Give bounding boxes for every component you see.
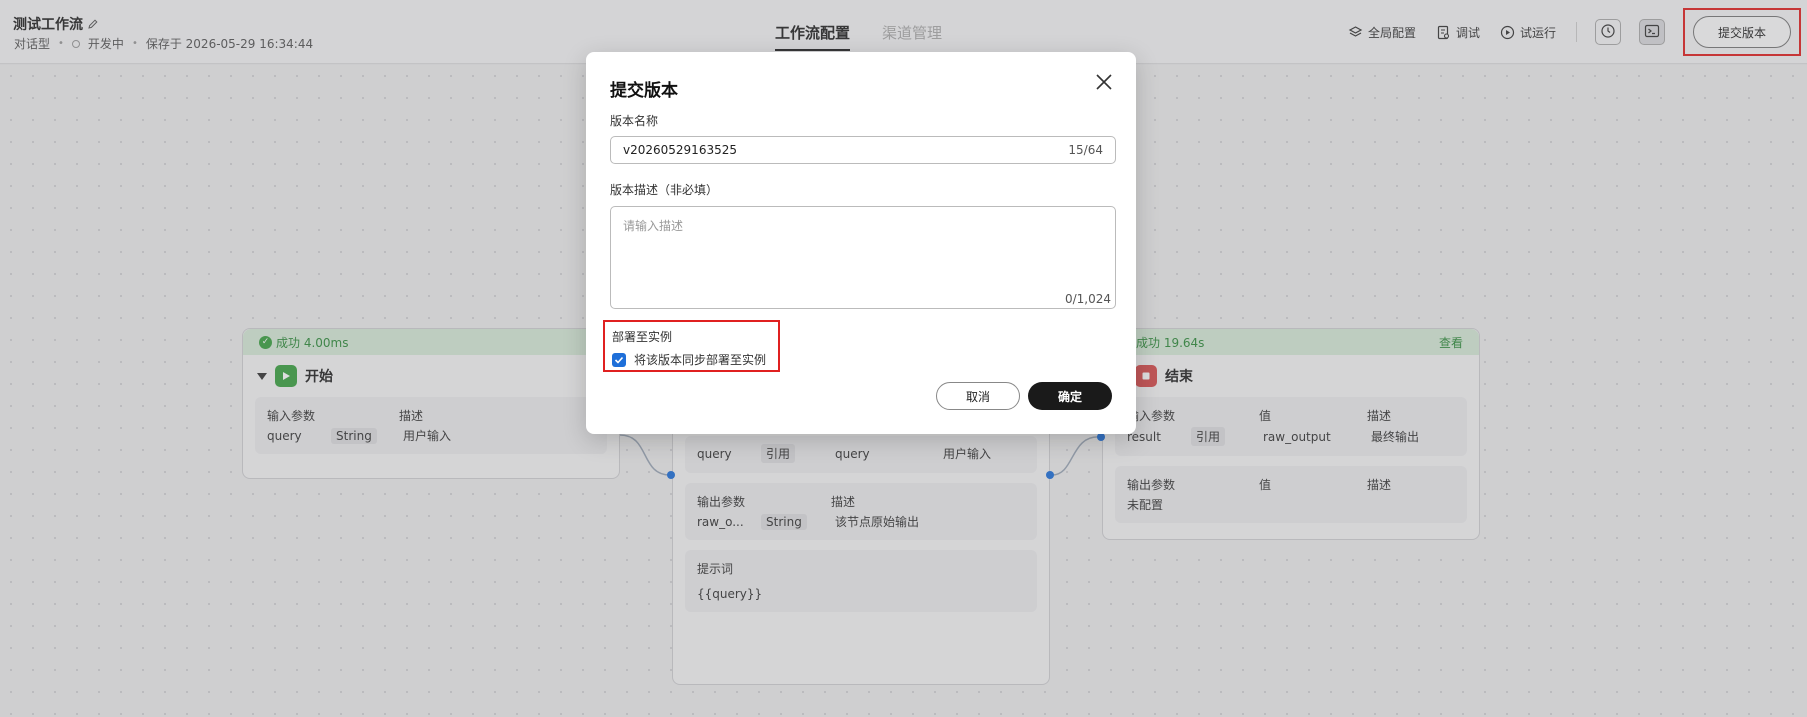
submit-version-dialog: 提交版本 版本名称 v20260529163525 15/64 版本描述（非必填… [586, 52, 1136, 434]
desc-placeholder: 请输入描述 [623, 219, 684, 233]
char-counter: 15/64 [1068, 143, 1103, 157]
checkbox-checked-icon[interactable] [612, 352, 626, 367]
deploy-section-label: 部署至实例 [612, 330, 673, 344]
version-name-label: 版本名称 [610, 114, 659, 128]
version-desc-textarea[interactable]: 请输入描述 0/1,024 [610, 206, 1116, 309]
version-desc-label: 版本描述（非必填） [610, 183, 719, 197]
deploy-checkbox-label: 将该版本同步部署至实例 [634, 353, 767, 367]
char-counter: 0/1,024 [1064, 292, 1111, 306]
version-name-input[interactable]: v20260529163525 15/64 [610, 136, 1116, 164]
deploy-checkbox-row[interactable]: 将该版本同步部署至实例 [612, 351, 771, 368]
deploy-highlight-box: 部署至实例 将该版本同步部署至实例 [603, 320, 780, 372]
cancel-button[interactable]: 取消 [936, 382, 1020, 410]
confirm-button[interactable]: 确定 [1028, 382, 1112, 410]
dialog-title: 提交版本 [610, 81, 678, 101]
close-icon[interactable] [1094, 72, 1114, 92]
version-name-value: v20260529163525 [623, 143, 737, 157]
